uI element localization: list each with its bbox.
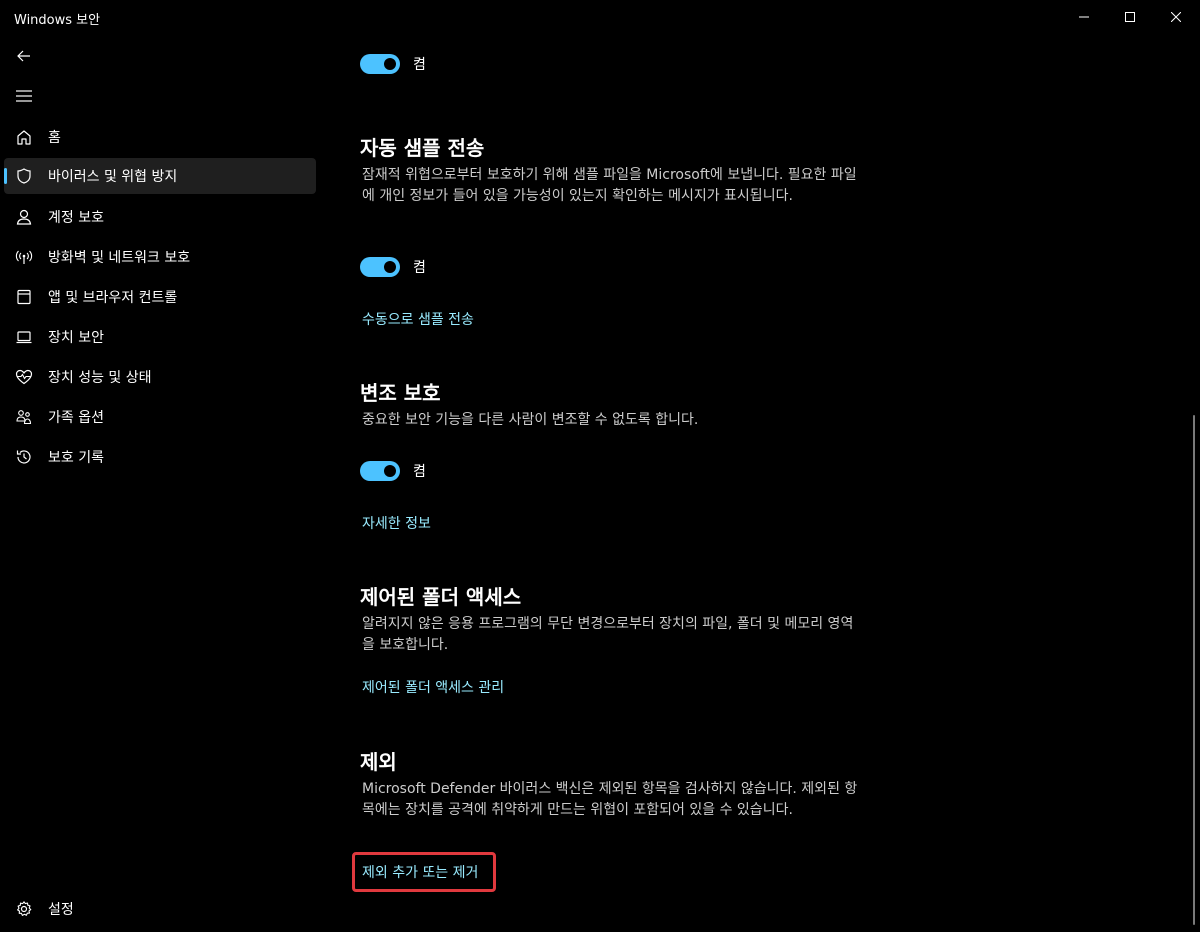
learn-more-link[interactable]: 자세한 정보 [362,513,431,533]
add-remove-exclusions-link[interactable]: 제외 추가 또는 제거 [362,862,478,882]
person-icon [14,207,34,227]
heart-pulse-icon [14,367,34,387]
scrollbar[interactable] [1193,415,1195,925]
submit-sample-manually-link[interactable]: 수동으로 샘플 전송 [362,309,474,329]
settings-label: 설정 [48,902,74,918]
top-toggle-row: 켬 [360,53,426,75]
tamper-protection-toggle-row: 켬 [360,460,426,482]
shield-icon [14,166,34,186]
tamper-protection-description: 중요한 보안 기능을 다른 사람이 변조할 수 없도록 합니다. [362,412,699,428]
minimize-icon [1079,16,1089,18]
sidebar-item-label: 계정 보호 [48,210,104,226]
sidebar-item-label: 홈 [48,130,61,146]
exclusions-title: 제외 [360,750,397,774]
sample-submission-description: 잠재적 위협으로부터 보호하기 위해 샘플 파일을 Microsoft에 보냅니… [362,167,857,204]
sidebar-item-settings[interactable]: 설정 [4,891,316,927]
gear-icon [14,899,34,919]
toggle-state-label: 켬 [413,464,426,480]
sidebar-item-app-browser[interactable]: 앱 및 브라우저 컨트롤 [4,279,316,315]
sidebar-item-label: 장치 보안 [48,330,104,346]
top-toggle-switch[interactable] [360,54,400,74]
hamburger-icon [16,90,32,102]
close-icon [1171,12,1181,22]
sidebar-item-family-options[interactable]: 가족 옵션 [4,399,316,435]
tamper-protection-title: 변조 보호 [360,381,441,405]
app-window-icon [14,287,34,307]
window-title: Windows 보안 [14,13,101,28]
sidebar-item-label: 바이러스 및 위협 방지 [48,169,178,185]
controlled-folder-title: 제어된 폴더 액세스 [360,585,522,609]
sidebar-item-label: 가족 옵션 [48,410,104,426]
maximize-button[interactable] [1107,0,1153,34]
toggle-state-label: 켬 [413,260,426,276]
sample-submission-toggle[interactable] [360,257,400,277]
sidebar-item-label: 앱 및 브라우저 컨트롤 [48,290,178,306]
sidebar-item-firewall[interactable]: 방화벽 및 네트워크 보호 [4,239,316,275]
sample-submission-toggle-row: 켬 [360,256,426,278]
sidebar-item-device-security[interactable]: 장치 보안 [4,319,316,355]
sidebar-item-account-protection[interactable]: 계정 보호 [4,199,316,235]
sidebar-item-protection-history[interactable]: 보호 기록 [4,439,316,475]
family-icon [14,407,34,427]
tamper-protection-toggle[interactable] [360,461,400,481]
sidebar-item-home[interactable]: 홈 [4,119,316,155]
antenna-icon [14,247,34,267]
main-content: 켬 자동 샘플 전송 잠재적 위협으로부터 보호하기 위해 샘플 파일을 Mic… [330,34,1180,932]
controlled-folder-description: 알려지지 않은 응용 프로그램의 무단 변경으로부터 장치의 파일, 폴더 및 … [362,616,854,653]
windows-security-window: Windows 보안 홈 바이러스 및 위협 방지 계정 보호 방화벽 및 네트… [0,0,1200,932]
close-button[interactable] [1153,0,1199,34]
hamburger-menu-button[interactable] [6,80,42,112]
sidebar-item-virus-threat-protection[interactable]: 바이러스 및 위협 방지 [4,158,316,194]
toggle-state-label: 켬 [413,57,426,73]
manage-controlled-folder-link[interactable]: 제어된 폴더 액세스 관리 [362,677,504,697]
maximize-icon [1125,12,1135,22]
sidebar: 홈 바이러스 및 위협 방지 계정 보호 방화벽 및 네트워크 보호 앱 및 브 [0,34,320,932]
back-arrow-icon [17,50,30,62]
history-icon [14,447,34,467]
exclusions-description: Microsoft Defender 바이러스 백신은 제외된 항목을 검사하지… [362,781,858,818]
back-button[interactable] [6,40,42,72]
sidebar-item-device-performance[interactable]: 장치 성능 및 상태 [4,359,316,395]
sidebar-item-label: 방화벽 및 네트워크 보호 [48,250,191,266]
sample-submission-title: 자동 샘플 전송 [360,136,485,160]
sidebar-item-label: 보호 기록 [48,450,104,466]
home-icon [14,127,34,147]
sidebar-item-label: 장치 성능 및 상태 [48,370,152,386]
title-bar: Windows 보안 [0,0,1200,34]
minimize-button[interactable] [1061,0,1107,34]
laptop-icon [14,327,34,347]
